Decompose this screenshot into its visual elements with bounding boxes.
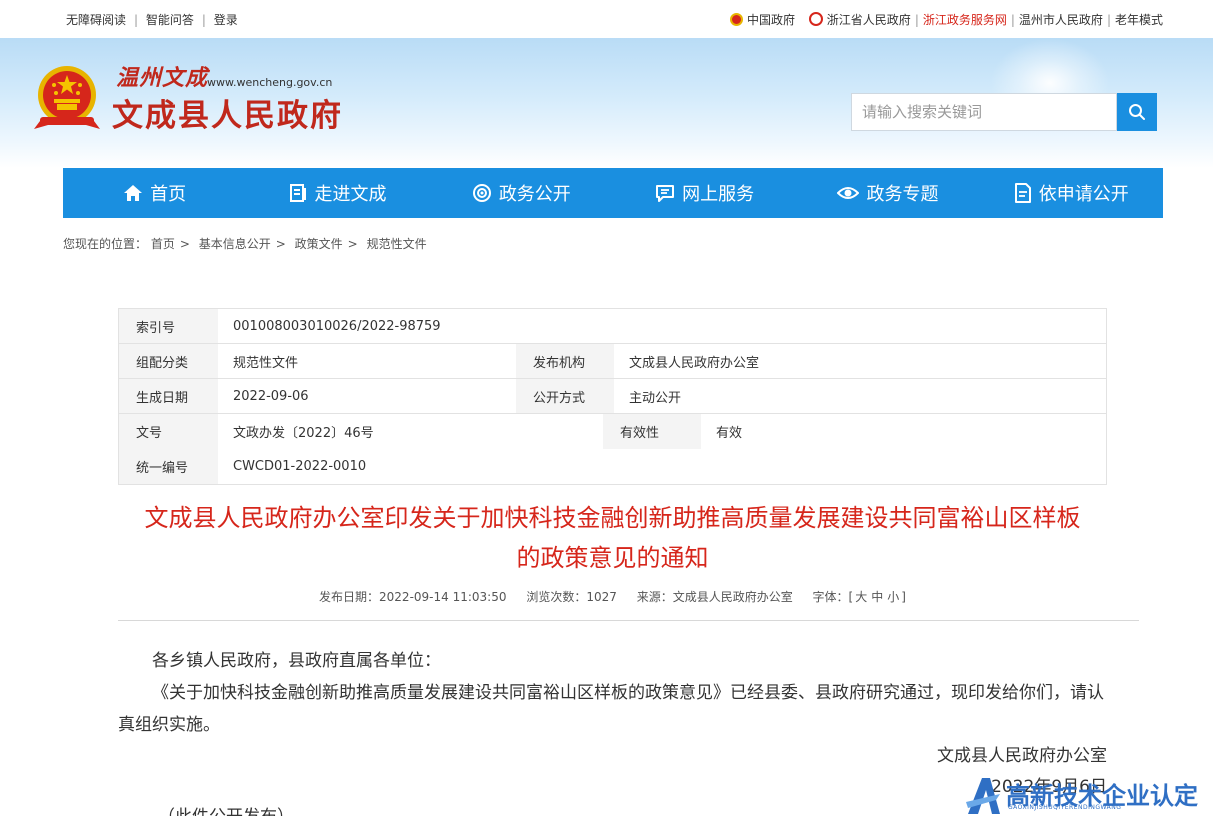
breadcrumb-separator: >: [275, 237, 286, 251]
wenzhou-gov-link[interactable]: 温州市人民政府: [1019, 13, 1103, 27]
publish-date: 发布日期：2022-09-14 11:03:50: [319, 590, 507, 604]
watermark: 高新技术企业认定网 GAOXINJISHUQIYERENDINGWANG: [966, 772, 1213, 816]
docno-label: 文号: [119, 414, 218, 449]
top-right-links: 中国政府 浙江省人民政府 | 浙江政务服务网 | 温州市人民政府 | 老年模式: [729, 11, 1163, 28]
main-nav: 首页 走进文成 政务公开 网上服务 政务专题 依申请公开: [63, 168, 1163, 218]
publish-note: （此件公开发布）: [158, 802, 294, 816]
zhejiang-logo-icon: [808, 12, 823, 26]
accessibility-link[interactable]: 无障碍阅读: [66, 13, 126, 27]
search-icon: [1129, 104, 1145, 120]
breadcrumb-normative-docs[interactable]: 规范性文件: [367, 237, 427, 251]
validity-value: 有效: [716, 426, 743, 441]
site-title[interactable]: 文成县人民政府: [112, 90, 343, 135]
document-title: 文成县人民政府办公室印发关于加快科技金融创新助推高质量发展建设共同富裕山区样板 …: [118, 498, 1107, 578]
issuer-label: 发布机构: [516, 344, 614, 378]
separator: |: [1106, 13, 1111, 27]
info-row: 生成日期 2022-09-06 公开方式 主动公开: [119, 379, 1106, 414]
nav-label: 走进文成: [314, 184, 387, 205]
document-icon: [1014, 183, 1031, 203]
national-emblem-icon: [34, 66, 100, 129]
eye-icon: [837, 187, 860, 199]
breadcrumb-separator: >: [179, 237, 190, 251]
method-value: 主动公开: [629, 390, 682, 406]
home-icon: [124, 185, 143, 201]
nav-item-about[interactable]: 走进文成: [246, 168, 429, 218]
broadcast-icon: [472, 184, 491, 202]
info-row: 组配分类 规范性文件 发布机构 文成县人民政府办公室: [119, 344, 1106, 379]
font-size-suffix: ]: [901, 590, 906, 604]
font-size-prefix: 字体：[: [812, 590, 854, 604]
info-row: 统一编号 CWCD01-2022-0010: [119, 449, 1106, 484]
smart-qa-link[interactable]: 智能问答: [146, 13, 194, 27]
national-emblem-icon: [729, 13, 743, 26]
china-gov-link[interactable]: 中国政府: [747, 13, 795, 27]
login-link[interactable]: 登录: [214, 13, 238, 27]
validity-label: 有效性: [603, 414, 701, 449]
site-header: 温州文成 www.wencheng.gov.cn 文成县人民政府: [0, 38, 1213, 168]
font-small-button[interactable]: 小: [887, 590, 899, 604]
body-paragraph: 《关于加快科技金融创新助推高质量发展建设共同富裕山区样板的政策意见》已经县委、县…: [118, 683, 1104, 735]
nav-label: 依申请公开: [1038, 184, 1129, 205]
uniform-label: 统一编号: [119, 449, 218, 484]
document-meta: 发布日期：2022-09-14 11:03:50 浏览次数：1027 来源：文成…: [118, 588, 1107, 605]
method-label: 公开方式: [516, 379, 614, 413]
divider: [118, 620, 1139, 621]
zhejiang-gov-link[interactable]: 浙江省人民政府: [827, 13, 911, 27]
watermark-subtext: GAOXINJISHUQIYERENDINGWANG: [1008, 804, 1122, 811]
search-button[interactable]: [1117, 93, 1157, 131]
font-large-button[interactable]: 大: [855, 590, 867, 604]
source: 来源：文成县人民政府办公室: [636, 590, 793, 604]
separator: |: [914, 13, 919, 27]
top-left-links: 无障碍阅读 | 智能问答 | 登录: [66, 11, 242, 28]
breadcrumb-prefix: 您现在的位置：: [63, 237, 148, 251]
top-utility-bar: 无障碍阅读 | 智能问答 | 登录 中国政府 浙江省人民政府 | 浙江政务服务网 | 温州市…: [0, 0, 1213, 38]
index-value: 001008003010026/2022-98759: [233, 318, 441, 334]
zhejiang-service-link[interactable]: 浙江政务服务网: [923, 13, 1007, 27]
breadcrumb-separator: >: [347, 237, 358, 251]
search-input[interactable]: [852, 94, 1116, 130]
date-label: 生成日期: [119, 379, 218, 413]
signature: 文成县人民政府办公室: [937, 746, 1107, 766]
document-body: 各乡镇人民政府，县政府直属各单位： 《关于加快科技金融创新助推高质量发展建设共同…: [118, 645, 1107, 741]
issuer-value: 文成县人民政府办公室: [629, 355, 760, 371]
breadcrumb-policy-docs[interactable]: 政策文件: [295, 237, 343, 251]
nav-label: 首页: [150, 184, 187, 205]
breadcrumb-basic-info[interactable]: 基本信息公开: [199, 237, 271, 251]
nav-label: 政务公开: [498, 184, 571, 205]
view-count: 浏览次数：1027: [526, 590, 617, 604]
nav-item-online-service[interactable]: 网上服务: [613, 168, 796, 218]
site-url: www.wencheng.gov.cn: [207, 76, 333, 89]
watermark-logo-icon: [966, 778, 1000, 814]
sign-date: 2022年9月6日: [991, 777, 1107, 797]
title-line-1: 文成县人民政府办公室印发关于加快科技金融创新助推高质量发展建设共同富裕山区样板: [144, 504, 1081, 532]
separator: |: [201, 13, 206, 27]
category-label: 组配分类: [119, 344, 218, 378]
chat-icon: [656, 185, 675, 202]
index-label: 索引号: [119, 309, 218, 343]
info-row: 文号 文政办发〔2022〕46号 有效性 有效: [119, 414, 1106, 449]
font-medium-button[interactable]: 中: [871, 590, 883, 604]
salutation: 各乡镇人民政府，县政府直属各单位：: [152, 651, 441, 671]
uniform-value: CWCD01-2022-0010: [233, 459, 367, 474]
docno-value: 文政办发〔2022〕46号: [233, 426, 374, 441]
nav-item-home[interactable]: 首页: [63, 168, 246, 218]
date-value: 2022-09-06: [233, 388, 309, 404]
category-value: 规范性文件: [233, 355, 299, 371]
breadcrumb: 您现在的位置： 首页 > 基本信息公开 > 政策文件 > 规范性文件: [63, 235, 427, 252]
nav-item-gov-affairs[interactable]: 政务公开: [430, 168, 613, 218]
elderly-mode-link[interactable]: 老年模式: [1115, 13, 1163, 27]
separator: |: [1010, 13, 1015, 27]
search-box: [851, 93, 1117, 131]
breadcrumb-home[interactable]: 首页: [151, 237, 175, 251]
nav-item-apply-disclosure[interactable]: 依申请公开: [980, 168, 1163, 218]
book-icon: [290, 184, 307, 202]
nav-item-topics[interactable]: 政务专题: [796, 168, 979, 218]
nav-label: 网上服务: [682, 184, 755, 205]
info-row: 索引号 001008003010026/2022-98759: [119, 309, 1106, 344]
nav-label: 政务专题: [866, 184, 939, 205]
separator: |: [134, 13, 139, 27]
script-logo: 温州文成: [116, 65, 209, 91]
document-info-table: 索引号 001008003010026/2022-98759 组配分类 规范性文…: [118, 308, 1107, 485]
title-line-2: 的政策意见的通知: [516, 544, 709, 572]
